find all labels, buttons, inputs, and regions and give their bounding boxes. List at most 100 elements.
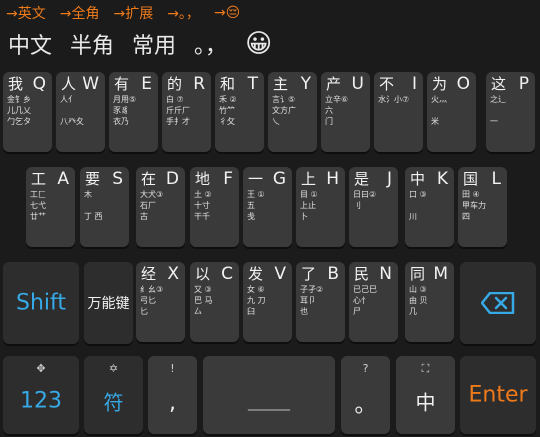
star-icon: ✡ xyxy=(108,362,119,375)
key-root: 工 xyxy=(31,170,47,188)
key-e[interactable]: 有 E 月用⑤ 豕豸 衣乃 xyxy=(109,72,158,152)
key-letter: I xyxy=(411,74,417,94)
key-root: 同 xyxy=(410,265,426,283)
number-label: 123 xyxy=(20,388,62,414)
key-root: 产 xyxy=(326,75,342,93)
key-root: 的 xyxy=(167,75,183,93)
key-radicals: 已己巳 心忄 尸 xyxy=(353,285,377,316)
key-d[interactable]: 在 D 大犬③ 石厂 古 xyxy=(136,167,185,247)
key-radicals: 山 ③ 由 贝 几 xyxy=(409,285,428,316)
key-radicals: 火灬 米 xyxy=(431,95,447,126)
symbol-label: 符 xyxy=(103,390,124,415)
key-root: 不 xyxy=(379,75,395,93)
space-key[interactable]: ______ xyxy=(203,356,335,434)
hint-extend[interactable]: →扩展 xyxy=(113,3,153,23)
key-radicals: 金钅乡 儿几乂 勹乞タ xyxy=(7,95,31,126)
key-root: 以 xyxy=(195,265,211,283)
key-radicals: 木 丁 西 xyxy=(84,190,103,221)
key-h[interactable]: 上 H 目 ① 上止 卜 xyxy=(296,167,345,247)
key-radicals: 水氵小⑦ xyxy=(378,95,410,104)
enter-label: Enter xyxy=(468,382,528,408)
space-label: ______ xyxy=(248,394,290,411)
key-letter: H xyxy=(326,169,339,189)
universal-key[interactable]: 万能键 xyxy=(84,262,133,344)
key-root: 是 xyxy=(354,170,370,188)
backspace-key[interactable] xyxy=(460,262,536,344)
enter-key[interactable]: Enter xyxy=(460,356,536,434)
candidate-common[interactable]: 常用 xyxy=(132,28,176,60)
key-root: 我 xyxy=(8,75,24,93)
key-i[interactable]: 不 I 水氵小⑦ xyxy=(374,72,423,152)
key-w[interactable]: 人 W 人亻 八癶夂 xyxy=(56,72,105,152)
key-letter: Q xyxy=(32,74,46,94)
hint-emoji[interactable]: →😔 xyxy=(214,5,240,21)
expand-icon: ⛶ xyxy=(421,362,430,375)
key-x[interactable]: 经 X 纟幺③ 弓匕 匕 xyxy=(136,262,185,342)
key-letter: N xyxy=(379,264,392,284)
key-f[interactable]: 地 F 土 ② 十寸 干千 xyxy=(190,167,239,247)
key-letter: L xyxy=(491,169,501,189)
key-radicals: 又 ③ 巴 马 厶 xyxy=(194,285,213,316)
key-c[interactable]: 以 C 又 ③ 巴 马 厶 xyxy=(190,262,239,342)
key-letter: Y xyxy=(300,74,311,94)
move-icon: ✥ xyxy=(36,362,46,375)
key-n[interactable]: 民 N 已己巳 心忄 尸 xyxy=(349,262,398,342)
key-letter: K xyxy=(436,169,448,189)
key-m[interactable]: 同 M 山 ③ 由 贝 几 xyxy=(405,262,454,342)
key-letter: P xyxy=(518,74,529,94)
period-label: 。 xyxy=(354,392,377,418)
key-letter: V xyxy=(274,264,286,284)
key-q[interactable]: 我 Q 金钅乡 儿几乂 勹乞タ xyxy=(3,72,52,152)
key-root: 主 xyxy=(273,75,289,93)
key-root: 地 xyxy=(195,170,211,188)
comma-label: , xyxy=(169,390,176,416)
shift-key[interactable]: Shift xyxy=(3,262,79,344)
chinese-mode-key[interactable]: ⛶ 中 xyxy=(396,356,455,434)
key-r[interactable]: 的 R 白 ⑦ 斤斤厂 手扌才 xyxy=(162,72,211,152)
key-radicals: 立辛⑥ 六 门 xyxy=(325,95,349,126)
candidate-halfwidth[interactable]: 半角 xyxy=(70,28,114,60)
key-radicals: 人亻 八癶夂 xyxy=(60,95,84,126)
key-o[interactable]: 为 O 火灬 米 xyxy=(427,72,476,152)
key-l[interactable]: 国 L 田 ④ 甲车力 四 xyxy=(458,167,507,247)
key-radicals: 土 ② 十寸 干千 xyxy=(194,190,212,221)
key-j[interactable]: 是 J 日曰② 刂 xyxy=(349,167,398,247)
universal-label: 万能键 xyxy=(87,296,130,312)
hint-fullwidth[interactable]: →全角 xyxy=(60,3,100,23)
key-radicals: 纟幺③ 弓匕 匕 xyxy=(140,285,164,316)
key-k[interactable]: 中 K 口 ③ 川 xyxy=(405,167,454,247)
key-a[interactable]: 工 A 工匚 七弋 廿艹 xyxy=(26,167,75,247)
key-b[interactable]: 了 B 子孑② 耳卩 也 xyxy=(296,262,345,342)
key-s[interactable]: 要 S 木 丁 西 xyxy=(80,167,129,247)
key-u[interactable]: 产 U 立辛⑥ 六 门 xyxy=(321,72,370,152)
hint-punctuation[interactable]: →。， xyxy=(167,3,200,23)
key-v[interactable]: 发 V 女 ⑥ 九 刀 臼 xyxy=(243,262,292,342)
key-radicals: 大犬③ 石厂 古 xyxy=(140,190,164,221)
key-letter: O xyxy=(456,74,470,94)
key-t[interactable]: 和 T 禾 ② 竹⺮ 彳攵 xyxy=(215,72,264,152)
key-radicals: 女 ⑥ 九 刀 臼 xyxy=(247,285,266,316)
key-root: 要 xyxy=(85,170,101,188)
key-radicals: 言讠⑤ 文方广 乀 xyxy=(272,95,296,126)
key-root: 一 xyxy=(248,170,264,188)
key-root: 上 xyxy=(301,170,317,188)
key-radicals: 之辶 一 xyxy=(490,95,506,126)
candidate-chinese[interactable]: 中文 xyxy=(8,28,52,60)
candidate-emoji[interactable]: 😀 xyxy=(245,29,272,59)
key-letter: D xyxy=(165,169,179,189)
key-g[interactable]: 一 G 王 ① 五 戋 xyxy=(243,167,292,247)
symbol-key[interactable]: ✡ 符 xyxy=(84,356,143,434)
key-p[interactable]: 这 P 之辶 一 xyxy=(486,72,535,152)
key-root: 中 xyxy=(410,170,426,188)
hint-english[interactable]: →英文 xyxy=(6,3,46,23)
number-key[interactable]: ✥ 123 xyxy=(3,356,79,434)
key-root: 经 xyxy=(141,265,157,283)
key-radicals: 王 ① 五 戋 xyxy=(247,190,265,221)
key-y[interactable]: 主 Y 言讠⑤ 文方广 乀 xyxy=(268,72,317,152)
key-radicals: 日曰② 刂 xyxy=(353,190,377,210)
period-key[interactable]: ? 。 xyxy=(341,356,390,434)
key-root: 和 xyxy=(220,75,236,93)
backspace-icon xyxy=(481,292,515,314)
comma-key[interactable]: ! , xyxy=(148,356,197,434)
candidate-punct[interactable]: 。， xyxy=(194,28,227,60)
